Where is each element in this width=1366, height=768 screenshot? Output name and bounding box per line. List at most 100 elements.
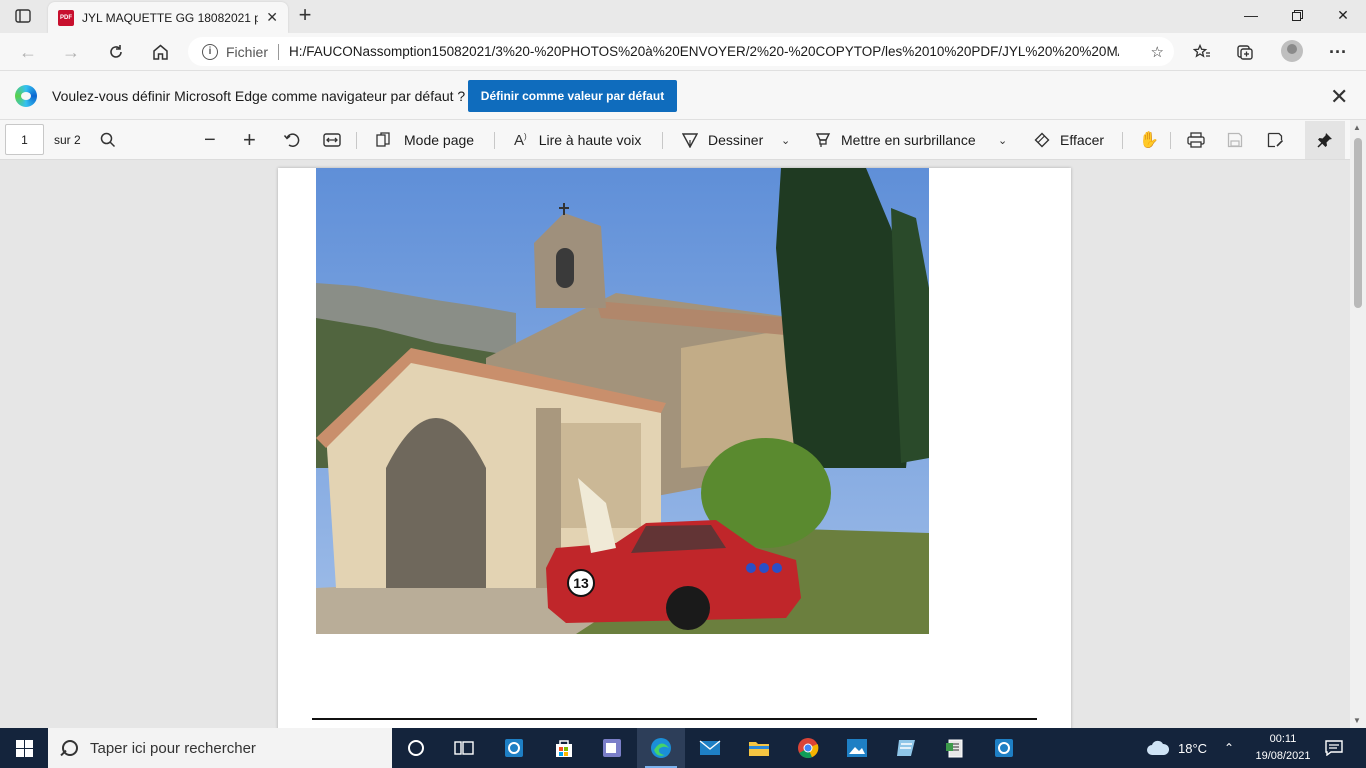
back-button[interactable]: ← xyxy=(16,40,40,64)
system-clock[interactable]: 00:11 19/08/2021 xyxy=(1248,731,1318,765)
app-pinned-4[interactable] xyxy=(931,728,979,768)
page-view-label: Mode page xyxy=(404,132,475,148)
toolbar-divider xyxy=(1170,132,1171,149)
action-center-button[interactable] xyxy=(1325,728,1343,768)
mail-button[interactable] xyxy=(686,728,734,768)
edge-icon xyxy=(651,738,671,758)
home-button[interactable] xyxy=(148,40,172,64)
read-aloud-label: Lire à haute voix xyxy=(538,132,642,148)
tab-close-icon[interactable]: ✕ xyxy=(266,9,278,26)
app-pinned-3[interactable] xyxy=(882,728,930,768)
rotate-button[interactable] xyxy=(283,120,301,160)
toolbar-divider xyxy=(494,132,495,149)
favorites-icon xyxy=(1193,44,1210,58)
read-aloud-icon: A) xyxy=(514,131,527,149)
draw-label: Dessiner xyxy=(708,132,764,148)
save-button[interactable] xyxy=(1227,120,1243,160)
app-pinned-5[interactable] xyxy=(980,728,1028,768)
photo-image: 13 xyxy=(316,168,929,634)
windows-taskbar: Taper ici pour rechercher 18°C ⌃ 00:11 1… xyxy=(0,728,1366,768)
read-aloud-button[interactable]: A) Lire à haute voix xyxy=(514,120,641,160)
close-window-button[interactable]: ✕ xyxy=(1320,0,1366,30)
profile-avatar[interactable] xyxy=(1281,40,1303,62)
infobar-close-icon[interactable]: ✕ xyxy=(1330,84,1348,110)
taskbar-search-box[interactable]: Taper ici pour rechercher xyxy=(48,728,392,768)
toolbar-divider xyxy=(356,132,357,149)
forward-button[interactable]: → xyxy=(59,40,83,64)
chrome-button[interactable] xyxy=(784,728,832,768)
print-icon xyxy=(1187,132,1205,148)
scroll-up-icon[interactable]: ▲ xyxy=(1353,123,1361,132)
page-number-input[interactable]: 1 xyxy=(5,124,44,155)
weather-widget[interactable]: 18°C xyxy=(1146,728,1207,768)
tab-actions-button[interactable] xyxy=(12,7,34,25)
edge-logo-icon xyxy=(15,85,37,107)
cortana-button[interactable] xyxy=(392,728,440,768)
scroll-down-icon[interactable]: ▼ xyxy=(1353,716,1361,725)
settings-more-button[interactable]: ··· xyxy=(1326,40,1350,64)
add-favorite-icon[interactable]: ☆ xyxy=(1151,43,1164,61)
default-browser-infobar: Voulez-vous définir Microsoft Edge comme… xyxy=(0,70,1366,120)
pin-toolbar-button[interactable] xyxy=(1305,121,1345,159)
photos-button[interactable] xyxy=(833,728,881,768)
set-default-button[interactable]: Définir comme valeur par défaut xyxy=(468,80,677,112)
edge-taskbar-button[interactable] xyxy=(637,728,685,768)
toolbar-divider xyxy=(662,132,663,149)
tab-bar: PDF JYL MAQUETTE GG 18082021 pd ✕ + — ✕ xyxy=(0,0,1366,33)
pdf-page: 13 xyxy=(278,168,1071,728)
file-explorer-button[interactable] xyxy=(735,728,783,768)
minimize-button[interactable]: — xyxy=(1228,0,1274,30)
save-as-button[interactable] xyxy=(1267,120,1284,160)
toolbar-divider xyxy=(1122,132,1123,149)
windows-logo-icon xyxy=(15,739,33,757)
vertical-scrollbar[interactable]: ▲ ▼ xyxy=(1350,120,1366,728)
start-button[interactable] xyxy=(0,728,48,768)
remote-app-icon xyxy=(505,739,523,757)
info-icon[interactable]: i xyxy=(202,43,218,60)
cortana-icon xyxy=(408,740,424,756)
highlight-button[interactable]: Mettre en surbrillance xyxy=(815,120,976,160)
pdf-document-view[interactable]: 13 xyxy=(0,160,1350,728)
browser-tab-active[interactable]: PDF JYL MAQUETTE GG 18082021 pd ✕ xyxy=(48,2,288,33)
pdf-file-icon: PDF xyxy=(58,9,74,26)
collections-button[interactable] xyxy=(1233,40,1257,64)
zoom-in-button[interactable]: + xyxy=(243,120,256,160)
search-icon xyxy=(62,740,78,756)
clock-date: 19/08/2021 xyxy=(1255,750,1311,762)
zoom-out-button[interactable]: − xyxy=(204,120,216,160)
highlighter-icon xyxy=(815,133,831,147)
new-tab-button[interactable]: + xyxy=(294,4,316,27)
show-hidden-icons-chevron-icon[interactable]: ⌃ xyxy=(1224,728,1234,768)
url-text[interactable]: H:/FAUCONassomption15082021/3%20-%20PHOT… xyxy=(289,44,1119,59)
erase-button[interactable]: Effacer xyxy=(1033,120,1104,160)
restore-icon xyxy=(1291,9,1303,21)
refresh-icon xyxy=(110,45,122,58)
draw-button[interactable]: Dessiner xyxy=(682,120,763,160)
task-view-icon xyxy=(454,741,474,755)
bell-opening xyxy=(556,248,574,288)
draw-options-chevron-icon[interactable]: ⌄ xyxy=(781,120,790,160)
eraser-icon xyxy=(1034,132,1050,148)
search-placeholder: Taper ici pour rechercher xyxy=(90,739,256,757)
porch-arch xyxy=(386,418,486,588)
find-button[interactable] xyxy=(100,120,116,160)
address-bar[interactable]: i Fichier H:/FAUCONassomption15082021/3%… xyxy=(188,37,1174,66)
scrollbar-thumb[interactable] xyxy=(1354,138,1362,308)
save-as-icon xyxy=(1267,132,1284,148)
refresh-button[interactable] xyxy=(104,40,128,64)
highlight-options-chevron-icon[interactable]: ⌄ xyxy=(998,120,1007,160)
favorites-button[interactable] xyxy=(1190,40,1214,64)
page-view-button[interactable]: Mode page xyxy=(376,120,474,160)
restore-button[interactable] xyxy=(1274,0,1320,30)
page-total-label: sur 2 xyxy=(54,133,81,147)
app-pinned-2[interactable] xyxy=(588,728,636,768)
infobar-message: Voulez-vous définir Microsoft Edge comme… xyxy=(52,88,466,104)
scheme-label: Fichier xyxy=(226,43,269,60)
app-pinned-1[interactable] xyxy=(490,728,538,768)
fit-width-button[interactable] xyxy=(323,120,341,160)
print-button[interactable] xyxy=(1187,120,1205,160)
task-view-button[interactable] xyxy=(440,728,488,768)
address-separator xyxy=(278,43,280,60)
store-button[interactable] xyxy=(540,728,588,768)
touch-write-icon[interactable]: ✋ xyxy=(1139,120,1159,160)
